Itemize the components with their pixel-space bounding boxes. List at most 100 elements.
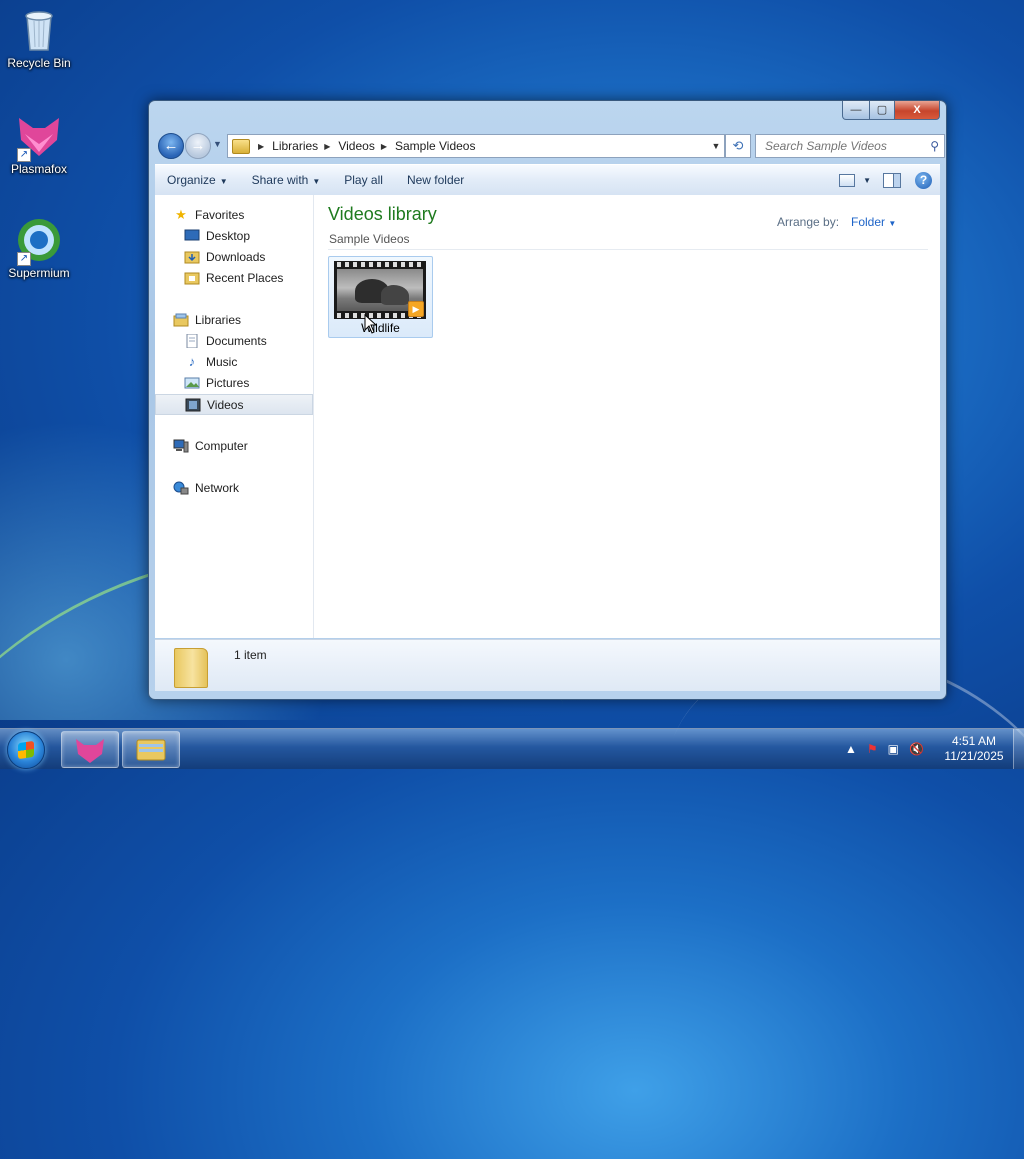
desktop-icon-label: Plasmafox <box>10 162 68 176</box>
recycle-bin-icon <box>15 6 63 54</box>
organize-label: Organize <box>167 173 216 187</box>
file-list-pane: Videos library Sample Videos Arrange by:… <box>314 195 940 638</box>
mouse-cursor-icon <box>364 314 378 334</box>
close-button[interactable]: X <box>895 101 940 120</box>
thumbnail-shape <box>381 285 409 305</box>
caret-down-icon: ▼ <box>888 219 897 228</box>
nav-favorites[interactable]: ★ Favorites <box>173 205 330 225</box>
nav-computer[interactable]: Computer <box>173 436 330 456</box>
minimize-button[interactable]: — <box>842 101 870 120</box>
share-with-button[interactable]: Share with ▼ <box>240 165 333 195</box>
arrange-by-value: Folder <box>851 215 886 229</box>
desktop-icon-plasmafox[interactable]: ↗ Plasmafox <box>1 112 77 176</box>
arrange-by-dropdown[interactable]: Folder ▼ <box>851 215 896 229</box>
search-box[interactable]: ⚲ <box>755 134 945 158</box>
preview-pane-icon[interactable] <box>883 172 901 188</box>
video-film-icon <box>185 398 201 412</box>
network-icon <box>173 481 189 495</box>
breadcrumb-sample-videos[interactable]: Sample Videos <box>395 139 476 153</box>
organize-button[interactable]: Organize ▼ <box>155 165 240 195</box>
nav-label: Recent Places <box>206 271 284 285</box>
search-input[interactable] <box>763 138 927 154</box>
nav-network[interactable]: Network <box>173 478 330 498</box>
back-button[interactable]: ← <box>158 133 184 159</box>
maximize-button[interactable]: ▢ <box>870 101 895 120</box>
navigation-pane: ★ Favorites Desktop Downloads Recent Pla… <box>155 195 314 638</box>
nav-label: Videos <box>207 397 244 412</box>
plasmafox-icon: ↗ <box>15 112 63 162</box>
view-options-caret-icon[interactable]: ▼ <box>863 176 871 185</box>
share-with-label: Share with <box>251 173 309 187</box>
nav-libraries[interactable]: Libraries <box>173 310 330 330</box>
plasmafox-icon <box>76 739 104 763</box>
command-bar: Organize ▼ Share with ▼ Play all New folde… <box>155 164 940 196</box>
library-title: Videos library <box>328 204 437 224</box>
network-tray-icon[interactable]: ▣ <box>888 742 899 756</box>
show-desktop-button[interactable] <box>1013 729 1024 769</box>
clock-time: 4:51 AM <box>951 734 997 748</box>
nav-label: Favorites <box>195 208 245 222</box>
libraries-icon <box>173 313 189 327</box>
music-note-icon: ♪ <box>188 354 196 369</box>
folder-icon <box>232 138 250 154</box>
toolbar-right: ▼ ? <box>839 171 940 189</box>
play-all-button[interactable]: Play all <box>332 165 395 195</box>
video-thumbnail: ▶ <box>334 261 426 319</box>
desktop-icon-recycle-bin[interactable]: Recycle Bin <box>1 6 77 70</box>
windows-logo-icon <box>18 740 34 760</box>
pictures-icon <box>184 376 200 390</box>
chevron-right-icon[interactable]: ▶ <box>324 142 330 151</box>
action-center-flag-icon[interactable]: ⚑ <box>867 742 878 756</box>
help-icon[interactable]: ? <box>915 171 932 189</box>
breadcrumb-videos[interactable]: Videos <box>338 139 374 153</box>
refresh-button[interactable]: ⟲ <box>725 134 751 158</box>
chevron-right-icon[interactable]: ▶ <box>258 142 264 151</box>
nav-label: Documents <box>206 334 267 348</box>
caret-down-icon: ▼ <box>219 177 228 186</box>
recent-places-icon <box>184 271 200 285</box>
file-item-wildlife[interactable]: ▶ Wildlife <box>328 256 433 338</box>
show-hidden-icons-icon[interactable]: ▲ <box>845 742 857 756</box>
volume-muted-icon[interactable]: 🔇 <box>909 742 924 756</box>
notification-area: ▲ ⚑ ▣ 🔇 <box>840 729 929 769</box>
taskbar-plasmafox[interactable] <box>61 731 119 768</box>
address-bar[interactable]: ▶ Libraries ▶ Videos ▶ Sample Videos ▼ <box>227 134 725 158</box>
desktop-icon-label: Recycle Bin <box>7 56 71 70</box>
folder-icon <box>174 648 208 688</box>
forward-button[interactable]: → <box>185 133 211 159</box>
library-subtitle: Sample Videos <box>329 232 410 246</box>
new-folder-button[interactable]: New folder <box>395 165 476 195</box>
navigation-bar: ← → ▼ ▶ Libraries ▶ Videos ▶ Sample Vide… <box>157 131 945 159</box>
nav-videos[interactable]: Videos <box>155 394 313 415</box>
arrange-by-label: Arrange by: <box>777 215 840 229</box>
taskbar: ▲ ⚑ ▣ 🔇 4:51 AM 11/21/2025 <box>0 728 1024 769</box>
taskbar-explorer[interactable] <box>122 731 180 768</box>
change-view-icon[interactable] <box>839 173 856 187</box>
supermium-icon: ↗ <box>15 216 63 266</box>
nav-label: Desktop <box>206 229 251 243</box>
details-pane: 1 item <box>155 639 940 691</box>
shortcut-arrow-icon: ↗ <box>17 252 31 266</box>
explorer-window: — ▢ X ← → ▼ ▶ Libraries ▶ Videos ▶ Sampl… <box>148 100 947 700</box>
chevron-right-icon[interactable]: ▶ <box>381 142 387 151</box>
search-icon[interactable]: ⚲ <box>930 139 939 153</box>
nav-label: Computer <box>195 439 248 453</box>
recent-pages-dropdown-icon[interactable]: ▼ <box>213 139 222 149</box>
nav-label: Network <box>195 481 240 495</box>
clock[interactable]: 4:51 AM 11/21/2025 <box>935 734 1013 764</box>
nav-label: Pictures <box>206 376 250 390</box>
downloads-folder-icon <box>184 250 200 264</box>
caption-buttons: — ▢ X <box>842 101 940 120</box>
nav-label: Libraries <box>195 313 242 327</box>
file-item-label: Wildlife <box>361 321 400 335</box>
nav-label: Music <box>206 355 238 369</box>
address-dropdown-icon[interactable]: ▼ <box>707 141 724 151</box>
documents-icon <box>184 333 200 349</box>
clock-date: 11/21/2025 <box>944 749 1004 763</box>
desktop-icon <box>184 229 200 243</box>
breadcrumb-libraries[interactable]: Libraries <box>272 139 318 153</box>
start-button[interactable] <box>7 731 45 769</box>
play-badge-icon: ▶ <box>408 301 424 317</box>
divider <box>328 249 928 250</box>
desktop-icon-supermium[interactable]: ↗ Supermium <box>1 216 77 280</box>
